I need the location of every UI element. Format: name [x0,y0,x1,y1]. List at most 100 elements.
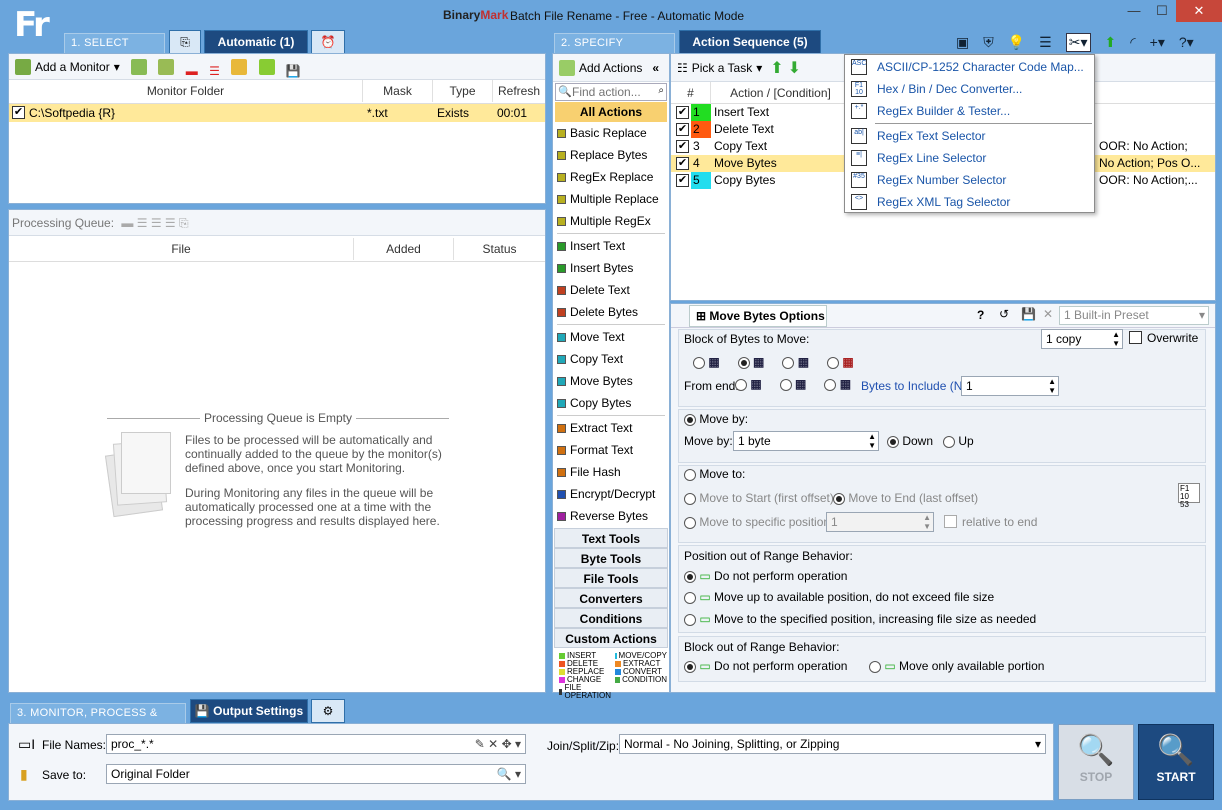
block-pos-radio-2[interactable]: ▦ [737,355,764,369]
boor-radio-2[interactable]: ▭ Move only available portion [869,659,1044,673]
lightbulb-icon[interactable]: 💡 [1008,34,1025,51]
minimize-button[interactable]: — [1120,0,1148,22]
col-type[interactable]: Type [433,80,493,102]
pos-spinner[interactable]: 1 ▲ ▼ [826,512,934,532]
category-byte-tools[interactable]: Byte Tools [554,548,668,568]
action-item[interactable]: Copy Text [553,348,669,370]
sequence-checkbox[interactable]: ✔ [676,123,689,136]
action-item[interactable]: Reverse Bytes [553,505,669,527]
from-end-radio-3[interactable]: ▦ [824,377,851,391]
open-folder-button[interactable] [227,56,251,78]
schedule-tab[interactable]: ⏰ [311,30,345,54]
preset-select[interactable]: 1 Built-in Preset ▾ [1059,306,1209,325]
block-pos-radio-1[interactable]: ▦ [693,355,720,369]
menu-item[interactable]: +.* RegEx Builder & Tester... [845,100,1094,122]
action-item[interactable]: Insert Bytes [553,257,669,279]
action-item[interactable]: Move Text [553,326,669,348]
copy-spinner[interactable]: 1 copy ▲ ▼ [1041,329,1123,349]
action-item[interactable]: Delete Bytes [553,301,669,323]
find-icon[interactable]: ⌕ [658,85,664,96]
oor-radio-2[interactable]: ▭ Move up to available position, do not … [684,590,994,604]
converter-icon[interactable]: F1 10 53 [1178,483,1200,509]
moveby-radio[interactable]: Move by: [684,412,748,426]
file-names-tools[interactable]: ✎ ✕ ✥ ▾ [475,735,521,753]
col-number[interactable]: # [671,82,711,104]
col-mask[interactable]: Mask [363,80,433,102]
category-file-tools[interactable]: File Tools [554,568,668,588]
close-button[interactable]: ✕ [1176,0,1222,22]
reset-icon[interactable]: ↺ [999,307,1009,321]
action-item[interactable]: Format Text [553,439,669,461]
move-up-icon[interactable]: ⬆ [770,58,783,78]
save-to-tools[interactable]: 🔍 ▾ [497,765,521,783]
action-item[interactable]: Multiple Replace [553,188,669,210]
moveto-radio[interactable]: Move to: [684,467,745,481]
col-status[interactable]: Status [454,238,545,260]
action-item[interactable]: Replace Bytes [553,144,669,166]
menu-item[interactable]: ≡| RegEx Line Selector [845,147,1094,169]
action-item[interactable]: Copy Bytes [553,392,669,414]
start-button[interactable]: 🔍 START [1138,724,1214,800]
all-actions-button[interactable]: All Actions [555,102,667,122]
category-custom-actions[interactable]: Custom Actions [554,628,668,648]
add-icon[interactable]: +▾ [1150,34,1165,51]
up-radio[interactable]: Up [943,434,974,448]
add-actions-button[interactable]: Add Actions [555,57,646,79]
menu-item[interactable]: ASC ASCII/CP-1252 Character Code Map... [845,56,1094,78]
menu-item[interactable]: <> RegEx XML Tag Selector [845,191,1094,213]
action-item[interactable]: Insert Text [553,235,669,257]
table-row[interactable]: ✔ C:\Softpedia {R} *.txt Exists 00:01 [9,104,545,122]
sequence-checkbox[interactable]: ✔ [676,157,689,170]
delete-preset-icon[interactable]: ✕ [1043,307,1053,321]
action-item[interactable]: Basic Replace [553,122,669,144]
moveby-spinner[interactable]: 1 byte ▲ ▼ [733,431,879,451]
block-pos-radio-3[interactable]: ▦ [782,355,809,369]
block-pos-radio-4[interactable]: ▦ [827,355,854,369]
from-end-radio-2[interactable]: ▦ [779,377,806,391]
menu-item[interactable]: ab| RegEx Text Selector [845,125,1094,147]
options-tab[interactable]: ⊞ Move Bytes Options [689,305,827,327]
remove-button[interactable]: ▬ [182,60,202,82]
maximize-button[interactable]: ☐ [1148,0,1176,22]
col-action[interactable]: Action / [Condition] [711,82,851,104]
add-monitor-button[interactable]: Add a Monitor ▾ [11,56,124,78]
remove-all-button[interactable]: ☰ [205,60,224,82]
category-text-tools[interactable]: Text Tools [554,528,668,548]
category-converters[interactable]: Converters [554,588,668,608]
sequence-checkbox[interactable]: ✔ [676,140,689,153]
shield-icon[interactable]: ⛨ [983,34,994,51]
action-item[interactable]: Move Bytes [553,370,669,392]
action-item[interactable]: Encrypt/Decrypt [553,483,669,505]
pick-task-button[interactable]: ☷ Pick a Task ▾ [673,57,766,79]
checklist-icon[interactable]: ☰ [1039,34,1052,51]
row-checkbox[interactable]: ✔ [12,106,25,119]
boor-radio-1[interactable]: ▭ Do not perform operation [684,659,847,673]
save-button[interactable]: 💾 [282,60,305,82]
stop-button[interactable]: 🔍 STOP [1058,724,1134,800]
relative-end-checkbox[interactable] [944,515,957,528]
tab-action-sequence[interactable]: Action Sequence (5) [679,30,821,54]
action-item[interactable]: RegEx Replace [553,166,669,188]
wifi-icon[interactable]: ◜ [1130,34,1135,51]
add-folder-button[interactable] [255,56,279,78]
oor-radio-3[interactable]: ▭ Move to the specified position, increa… [684,612,1036,626]
tab-automatic[interactable]: Automatic (1) [204,30,308,54]
update-icon[interactable]: ⬆ [1105,34,1117,51]
action-item[interactable]: Extract Text [553,417,669,439]
find-action-input[interactable] [572,84,654,100]
sequence-checkbox[interactable]: ✔ [676,106,689,119]
oor-radio-1[interactable]: ▭ Do not perform operation [684,569,847,583]
help-icon-options[interactable]: ? [977,308,984,322]
file-names-input[interactable]: proc_*.* ✎ ✕ ✥ ▾ [106,734,526,754]
monitor-edit-button[interactable] [127,56,151,78]
sequence-checkbox[interactable]: ✔ [676,174,689,187]
tab-output-settings[interactable]: 💾 Output Settings [190,699,308,723]
move-down-icon[interactable]: ⬇ [788,58,801,78]
to-pos-radio[interactable]: Move to specific position: [684,515,833,529]
menu-item[interactable]: #35 RegEx Number Selector [845,169,1094,191]
help-icon[interactable]: ?▾ [1179,34,1194,51]
category-conditions[interactable]: Conditions [554,608,668,628]
from-end-radio-1[interactable]: ▦ [735,377,762,391]
col-file[interactable]: File [9,238,354,260]
col-monitor-folder[interactable]: Monitor Folder [9,80,363,102]
